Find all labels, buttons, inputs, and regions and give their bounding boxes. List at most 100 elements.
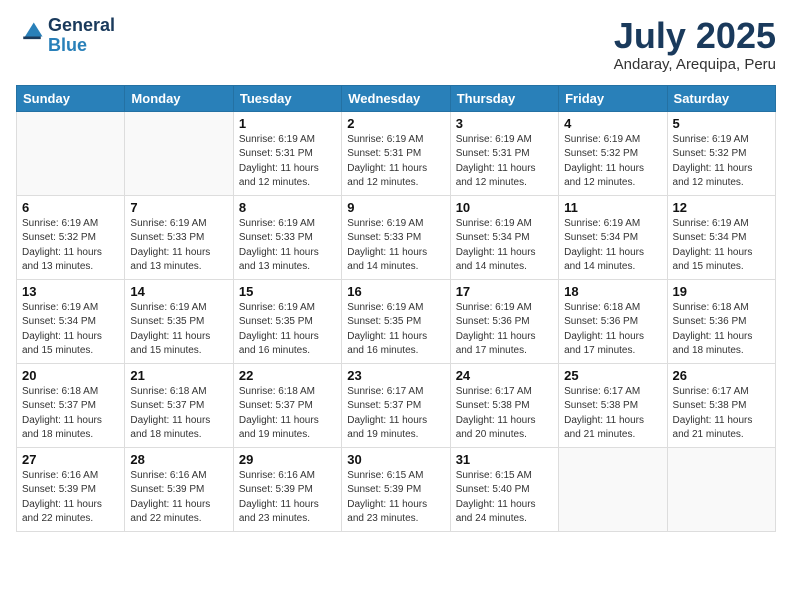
cell-info: Sunrise: 6:17 AM Sunset: 5:38 PM Dayligh… [564,385,661,443]
cell-info: Sunrise: 6:15 AM Sunset: 5:39 PM Dayligh… [347,469,444,527]
day-number: 23 [347,368,444,383]
weekday-header: Monday [125,85,233,111]
calendar-cell: 12 Sunrise: 6:19 AM Sunset: 5:34 PM Dayli… [667,195,775,279]
cell-info: Sunrise: 6:16 AM Sunset: 5:39 PM Dayligh… [130,469,227,527]
cell-info: Sunrise: 6:19 AM Sunset: 5:32 PM Dayligh… [564,133,661,191]
cell-info: Sunrise: 6:19 AM Sunset: 5:33 PM Dayligh… [239,217,336,275]
cell-info: Sunrise: 6:17 AM Sunset: 5:38 PM Dayligh… [456,385,553,443]
day-number: 17 [456,284,553,299]
day-number: 8 [239,200,336,215]
cell-info: Sunrise: 6:19 AM Sunset: 5:35 PM Dayligh… [347,301,444,359]
cell-info: Sunrise: 6:19 AM Sunset: 5:32 PM Dayligh… [22,217,119,275]
calendar-cell: 11Sunrise: 6:19 AM Sunset: 5:34 PM Dayli… [559,195,667,279]
cell-info: Sunrise: 6:18 AM Sunset: 5:37 PM Dayligh… [239,385,336,443]
calendar-cell: 7 Sunrise: 6:19 AM Sunset: 5:33 PM Daylig… [125,195,233,279]
logo-icon [18,19,46,47]
cell-info: Sunrise: 6:19 AM Sunset: 5:31 PM Dayligh… [456,133,553,191]
calendar-cell [17,111,125,195]
location: Andaray, Arequipa, Peru [614,56,776,73]
title-block: July 2025 Andaray, Arequipa, Peru [614,16,776,73]
day-number: 10 [456,200,553,215]
day-number: 12 [673,200,770,215]
cell-info: Sunrise: 6:19 AM Sunset: 5:36 PM Dayligh… [456,301,553,359]
calendar-cell: 19Sunrise: 6:18 AM Sunset: 5:36 PM Dayli… [667,279,775,363]
week-row: 13 Sunrise: 6:19 AM Sunset: 5:34 PM Dayli… [17,279,776,363]
day-number: 26 [673,368,770,383]
calendar-cell: 23 Sunrise: 6:17 AM Sunset: 5:37 PM Dayli… [342,363,450,447]
day-number: 24 [456,368,553,383]
cell-info: Sunrise: 6:16 AM Sunset: 5:39 PM Dayligh… [239,469,336,527]
week-row: 20 Sunrise: 6:18 AM Sunset: 5:37 PM Dayli… [17,363,776,447]
cell-info: Sunrise: 6:19 AM Sunset: 5:34 PM Dayligh… [22,301,119,359]
week-row: 1 Sunrise: 6:19 AM Sunset: 5:31 PM Daylig… [17,111,776,195]
day-number: 27 [22,452,119,467]
calendar-cell: 6Sunrise: 6:19 AM Sunset: 5:32 PM Daylig… [17,195,125,279]
cell-info: Sunrise: 6:19 AM Sunset: 5:33 PM Dayligh… [347,217,444,275]
cell-info: Sunrise: 6:15 AM Sunset: 5:40 PM Dayligh… [456,469,553,527]
calendar-cell: 22 Sunrise: 6:18 AM Sunset: 5:37 PM Dayli… [233,363,341,447]
day-number: 3 [456,116,553,131]
day-number: 7 [130,200,227,215]
cell-info: Sunrise: 6:19 AM Sunset: 5:35 PM Dayligh… [239,301,336,359]
logo: General Blue [16,16,115,56]
day-number: 30 [347,452,444,467]
day-number: 13 [22,284,119,299]
cell-info: Sunrise: 6:19 AM Sunset: 5:34 PM Dayligh… [456,217,553,275]
logo-line2: Blue [48,36,115,56]
day-number: 9 [347,200,444,215]
day-number: 14 [130,284,227,299]
calendar-cell: 28Sunrise: 6:16 AM Sunset: 5:39 PM Dayli… [125,447,233,531]
calendar-cell [125,111,233,195]
calendar-cell: 29 Sunrise: 6:16 AM Sunset: 5:39 PM Dayli… [233,447,341,531]
week-row: 27 Sunrise: 6:16 AM Sunset: 5:39 PM Dayli… [17,447,776,531]
weekday-header: Friday [559,85,667,111]
day-number: 1 [239,116,336,131]
day-number: 20 [22,368,119,383]
logo-line1: General [48,16,115,36]
calendar-cell: 5Sunrise: 6:19 AM Sunset: 5:32 PM Daylig… [667,111,775,195]
calendar-cell: 31 Sunrise: 6:15 AM Sunset: 5:40 PM Dayli… [450,447,558,531]
month-title: July 2025 [614,16,776,56]
day-number: 4 [564,116,661,131]
cell-info: Sunrise: 6:18 AM Sunset: 5:36 PM Dayligh… [673,301,770,359]
cell-info: Sunrise: 6:17 AM Sunset: 5:37 PM Dayligh… [347,385,444,443]
calendar-cell: 18Sunrise: 6:18 AM Sunset: 5:36 PM Dayli… [559,279,667,363]
day-number: 2 [347,116,444,131]
calendar-cell: 14 Sunrise: 6:19 AM Sunset: 5:35 PM Dayli… [125,279,233,363]
cell-info: Sunrise: 6:16 AM Sunset: 5:39 PM Dayligh… [22,469,119,527]
cell-info: Sunrise: 6:18 AM Sunset: 5:37 PM Dayligh… [22,385,119,443]
day-number: 29 [239,452,336,467]
cell-info: Sunrise: 6:19 AM Sunset: 5:35 PM Dayligh… [130,301,227,359]
calendar-cell: 30 Sunrise: 6:15 AM Sunset: 5:39 PM Dayli… [342,447,450,531]
day-number: 22 [239,368,336,383]
cell-info: Sunrise: 6:19 AM Sunset: 5:31 PM Dayligh… [347,133,444,191]
day-number: 21 [130,368,227,383]
calendar-cell: 16 Sunrise: 6:19 AM Sunset: 5:35 PM Dayli… [342,279,450,363]
weekday-header: Sunday [17,85,125,111]
cell-info: Sunrise: 6:19 AM Sunset: 5:32 PM Dayligh… [673,133,770,191]
calendar-cell: 2 Sunrise: 6:19 AM Sunset: 5:31 PM Daylig… [342,111,450,195]
calendar-cell: 26Sunrise: 6:17 AM Sunset: 5:38 PM Dayli… [667,363,775,447]
calendar-cell: 4 Sunrise: 6:19 AM Sunset: 5:32 PM Daylig… [559,111,667,195]
calendar-cell: 15 Sunrise: 6:19 AM Sunset: 5:35 PM Dayli… [233,279,341,363]
day-number: 25 [564,368,661,383]
cell-info: Sunrise: 6:19 AM Sunset: 5:33 PM Dayligh… [130,217,227,275]
weekday-header-row: SundayMondayTuesdayWednesdayThursdayFrid… [17,85,776,111]
cell-info: Sunrise: 6:18 AM Sunset: 5:37 PM Dayligh… [130,385,227,443]
cell-info: Sunrise: 6:18 AM Sunset: 5:36 PM Dayligh… [564,301,661,359]
calendar-cell: 8 Sunrise: 6:19 AM Sunset: 5:33 PM Daylig… [233,195,341,279]
cell-info: Sunrise: 6:19 AM Sunset: 5:34 PM Dayligh… [673,217,770,275]
day-number: 15 [239,284,336,299]
week-row: 6Sunrise: 6:19 AM Sunset: 5:32 PM Daylig… [17,195,776,279]
calendar-cell [667,447,775,531]
calendar-cell: 17 Sunrise: 6:19 AM Sunset: 5:36 PM Dayli… [450,279,558,363]
calendar-cell: 1Sunrise: 6:19 AM Sunset: 5:31 PM Daylig… [233,111,341,195]
calendar: SundayMondayTuesdayWednesdayThursdayFrid… [16,85,776,532]
weekday-header: Tuesday [233,85,341,111]
calendar-cell: 13 Sunrise: 6:19 AM Sunset: 5:34 PM Dayli… [17,279,125,363]
day-number: 16 [347,284,444,299]
day-number: 31 [456,452,553,467]
calendar-cell: 27 Sunrise: 6:16 AM Sunset: 5:39 PM Dayli… [17,447,125,531]
calendar-cell: 24 Sunrise: 6:17 AM Sunset: 5:38 PM Dayli… [450,363,558,447]
weekday-header: Thursday [450,85,558,111]
